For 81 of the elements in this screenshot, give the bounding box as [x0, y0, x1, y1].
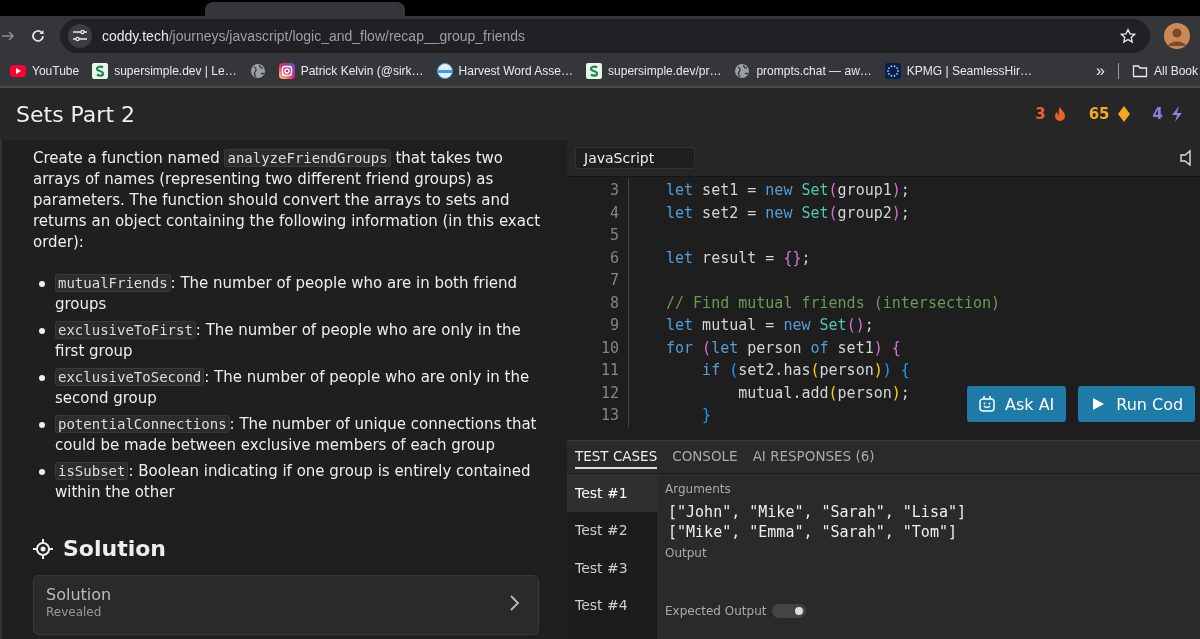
panel-tab[interactable]: CONSOLE [672, 445, 738, 469]
round-logo-icon [436, 63, 453, 79]
bullet [39, 422, 45, 428]
profile-avatar[interactable] [1164, 23, 1190, 49]
more-bookmarks-button[interactable]: » [1096, 62, 1105, 80]
code-line: } [701, 405, 712, 426]
bullet [39, 281, 45, 287]
bookmark-item[interactable]: prompts.chat — aw… [734, 63, 872, 79]
toggle-switch[interactable] [772, 604, 807, 618]
bookmark-item[interactable]: YouTube [10, 63, 80, 79]
bookmark-star-icon[interactable] [1120, 28, 1136, 44]
stat-count: 3 [1035, 105, 1046, 123]
requirement-text: exclusiveToSecond : The number of people who are only in the second group [55, 367, 531, 409]
bookmark-item[interactable] [249, 63, 266, 79]
stat-count: 4 [1152, 105, 1163, 123]
s-logo-icon [92, 63, 109, 79]
panel-tab[interactable]: AI RESPONSES (6) [752, 445, 875, 469]
lesson-title: Sets Part 2 [16, 101, 136, 127]
bullet [39, 328, 45, 334]
bolt-icon [1170, 106, 1184, 122]
line-number: 7 [567, 269, 629, 292]
line-number: 3 [567, 179, 629, 202]
code-line: if (set2.has(person)) { [701, 360, 910, 381]
code-line: let set2 = new Set(group2); [666, 202, 910, 224]
diamond-icon [1116, 106, 1131, 122]
field-label: Expected Output [665, 604, 767, 618]
argument-value: ["John", "Mike", "Sarah", "Lisa"] [668, 502, 967, 522]
line-number: 4 [567, 201, 629, 224]
address-bar[interactable]: coddy.tech/journeys/javascript/logic_and_flow/recap__group_friends [60, 19, 1150, 53]
dotted-ring-icon [884, 63, 901, 79]
bookmark-item[interactable]: KPMG | SeamlessHir… [884, 63, 1032, 79]
line-number: 8 [567, 291, 629, 314]
bookmark-item[interactable]: supersimple.dev | Le… [92, 63, 237, 79]
code-line: let mutual = new Set(); [666, 315, 874, 336]
requirement-text: potentialConnections : The number of unique connections that could be made between exclusive members of each group [55, 414, 538, 456]
all-bookmarks-button[interactable]: All Book [1131, 63, 1198, 79]
bookmark-item[interactable]: Harvest Word Asse… [436, 63, 574, 79]
globe-icon [734, 63, 751, 79]
globe-icon [249, 63, 266, 79]
field-label: Arguments [665, 482, 732, 496]
robot-icon [978, 395, 996, 413]
bullet [39, 375, 45, 381]
speaker-icon[interactable] [1180, 149, 1192, 167]
code-line: let set1 = new Set(group1); [666, 180, 910, 201]
code-line: for (let person of set1) { [666, 337, 901, 359]
bookmark-item[interactable]: supersimple.dev/pr… [586, 63, 722, 79]
stat-count: 65 [1088, 105, 1110, 123]
code-line: // Find mutual friends (intersection) [666, 292, 1001, 314]
line-number: 9 [567, 314, 629, 337]
requirement-text: mutualFriends : The number of people who are in both friend groups [55, 273, 519, 315]
run-code-button[interactable]: Run Cod [1078, 386, 1196, 422]
bullet [39, 469, 45, 475]
language-tab[interactable]: JavaScript [575, 147, 696, 169]
ask-ai-button[interactable]: Ask AI [967, 386, 1067, 422]
s-logo-icon [586, 63, 603, 79]
solution-card[interactable]: Solution Revealed [33, 575, 539, 635]
site-settings-icon[interactable] [72, 28, 88, 44]
line-number: 13 [567, 404, 629, 427]
line-number: 11 [567, 359, 629, 382]
camera-logo-icon [278, 63, 295, 79]
bookmark-item[interactable]: Patrick Kelvin (@sirk… [278, 63, 424, 79]
line-number: 10 [567, 336, 629, 359]
task-description: Create a function named analyzeFriendGroups that takes two arrays of names (representing two different friend groups) as parameters. The function should convert the arrays to sets and returns an object containing the following information (in this exact order): [33, 148, 542, 253]
chevron-right-icon [508, 594, 520, 612]
code-line: mutual.add(person); [737, 382, 910, 404]
panel-tab[interactable]: TEST CASES [575, 445, 658, 469]
test-case-item[interactable]: Test #1 [567, 474, 657, 512]
reload-icon[interactable] [30, 28, 46, 44]
play-logo-icon [10, 63, 26, 79]
section-heading: Solution [63, 538, 166, 559]
line-number: 12 [567, 381, 629, 404]
flame-icon [1052, 106, 1067, 122]
line-number: 6 [567, 246, 629, 269]
code-line: let result = {}; [666, 247, 811, 269]
field-label: Output [665, 546, 708, 562]
target-icon [33, 538, 53, 559]
requirement-text: isSubset : Boolean indicating if one group is entirely contained within the other [55, 461, 532, 503]
argument-value: ["Mike", "Emma", "Sarah", "Tom"] [668, 522, 958, 542]
requirement-text: exclusiveToFirst : The number of people who are only in the first group [55, 320, 522, 362]
line-number: 5 [567, 224, 629, 247]
folder-icon [1131, 63, 1148, 79]
